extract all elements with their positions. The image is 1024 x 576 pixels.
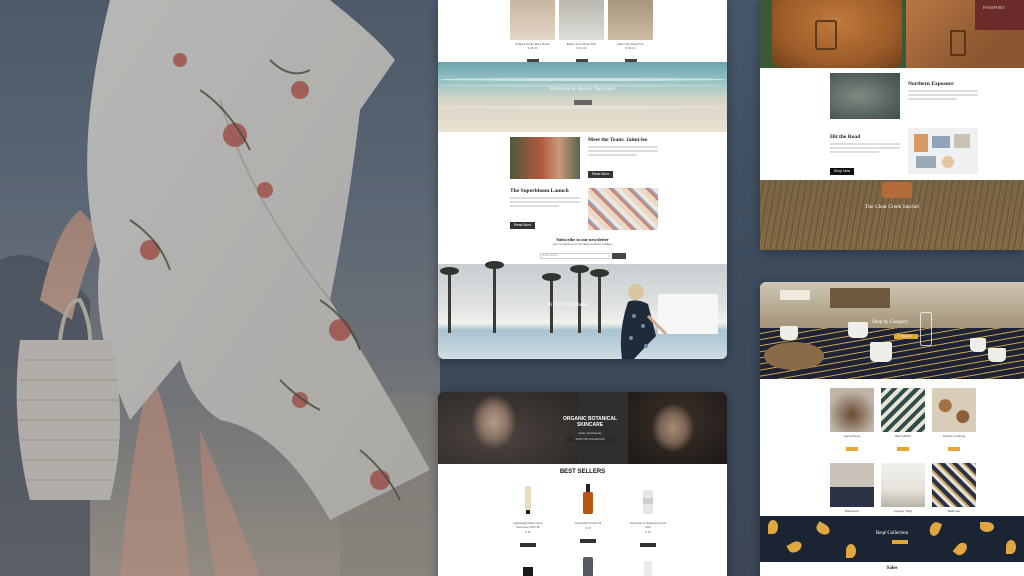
launch-feature: The Superbloom Launch Read More (510, 188, 658, 231)
model-photo-right (628, 392, 727, 464)
product-price: $ 28 (645, 530, 651, 534)
feature-title: Northern Exposure (908, 81, 954, 87)
product-row: Scarlett Ruffle Maxi Dress $ 98.00 Bella… (510, 0, 656, 63)
pine-photo (830, 73, 900, 119)
best-sellers-row: Lightweight Water Glow Sunscreen SPF 30 … (508, 484, 668, 552)
product-image (510, 0, 555, 40)
category-image (881, 388, 925, 432)
feature-hit-the-road: Hit the Road Shop Now (830, 128, 978, 177)
buckle (815, 20, 837, 50)
launch-read-more-button[interactable]: Read More (510, 221, 536, 229)
leather-goods-preview[interactable]: PASSPORT Northern Exposure Hit the Road … (760, 0, 1024, 250)
add-to-cart-button[interactable] (580, 539, 596, 543)
category-image (830, 388, 874, 432)
newsletter-email-input[interactable]: Email address (539, 252, 610, 259)
welcome-banner: Welcome to Aussie The Label (438, 62, 727, 132)
satchel-photo (882, 182, 912, 198)
category-shop-button[interactable] (897, 447, 909, 451)
team-feature: Meet the Team: Jaimi-lee Read More (510, 137, 658, 180)
homewares-hero: Shop by Category Shop All (760, 282, 1024, 379)
product-price: $ 98.00 (527, 46, 538, 50)
homewares-store-preview[interactable]: Shop by Category Shop All Home Decor Bed… (760, 282, 1024, 576)
category-name: Bed & Bath (895, 434, 911, 438)
product-price: $ 64.00 (576, 46, 587, 50)
shop-all-button[interactable]: Shop All (894, 334, 918, 339)
product-card[interactable]: Marni Smocked Top $ 58.00 (608, 0, 653, 63)
product-name: Antioxidant Facial Oil (574, 521, 602, 525)
best-sellers-heading: BEST SELLERS (559, 469, 606, 475)
bags-hero: PASSPORT (760, 0, 1024, 68)
category-image (881, 463, 925, 507)
pool-title: Fit For The Planet (548, 302, 589, 308)
add-to-cart-button[interactable] (640, 543, 656, 547)
category-image (932, 463, 976, 507)
launch-title: The Superbloom Launch (510, 188, 569, 194)
category-image (932, 388, 976, 432)
product-image (628, 484, 668, 518)
shop-now-button[interactable]: Shop Now (830, 167, 855, 175)
category-name: Lounge / Rug (893, 509, 912, 513)
category-name: Bathrobe (947, 509, 961, 513)
skincare-hero-title: ORGANIC BOTANICAL SKINCARE (562, 416, 618, 428)
shop-collection-button[interactable]: SHOP THE COLLECTION (566, 437, 614, 442)
category-card[interactable]: Home Decor (830, 388, 874, 456)
model-photo (620, 284, 668, 359)
category-name: Home Decor (843, 434, 861, 438)
product-card[interactable]: Scarlett Ruffle Maxi Dress $ 98.00 (510, 0, 555, 63)
category-shop-button[interactable] (948, 447, 960, 451)
product-card[interactable]: Bella Linen Wrap Skirt $ 64.00 (559, 0, 604, 63)
skincare-hero-subtitle: Clean, kind beauty (578, 431, 602, 435)
category-card[interactable]: Bed & Bath (881, 388, 925, 456)
add-to-cart-button[interactable] (520, 543, 536, 547)
category-card[interactable]: Kitchen & Dining (932, 388, 976, 456)
product-image (568, 484, 608, 518)
product-name: Cucumber & Hyaluronic Tonic Mist (629, 521, 667, 529)
collection-banner: Beqé Collection (760, 516, 1024, 562)
floral-dress-illustration (0, 0, 440, 576)
homewares-hero-title: Shop by Category (872, 320, 909, 325)
welcome-title: Welcome to Aussie The Label (549, 86, 616, 92)
category-image (830, 463, 874, 507)
newsletter-submit-button[interactable] (611, 252, 626, 259)
skincare-store-preview[interactable]: ORGANIC BOTANICAL SKINCARE Clean, kind b… (438, 392, 727, 576)
product-card[interactable]: Lightweight Water Glow Sunscreen SPF 30 … (508, 484, 548, 552)
product-price: $ 58.00 (625, 46, 636, 50)
product-image (559, 0, 604, 40)
product-card[interactable]: Cucumber & Hyaluronic Tonic Mist $ 28 (628, 484, 668, 552)
passport-photo: PASSPORT (975, 0, 1024, 30)
product-price: $ 32 (525, 530, 531, 534)
skincare-hero: ORGANIC BOTANICAL SKINCARE Clean, kind b… (438, 392, 727, 464)
team-read-more-button[interactable]: Read More (588, 170, 614, 178)
category-grid: Home Decor Bed & Bath Kitchen & Dining W… (830, 388, 976, 531)
fashion-store-preview[interactable]: Scarlett Ruffle Maxi Dress $ 98.00 Bella… (438, 0, 727, 359)
team-title: Meet the Team: Jaimi-lee (588, 137, 648, 143)
sales-heading: Sales (886, 566, 898, 571)
product-image (608, 0, 653, 40)
flatlay-photo (908, 128, 978, 174)
category-name: Wall Decor (844, 509, 860, 513)
welcome-button[interactable] (574, 100, 592, 105)
collection-shop-button[interactable] (892, 540, 908, 544)
collection-title: Beqé Collection (875, 531, 909, 536)
pool-banner: Fit For The Planet (438, 261, 727, 359)
hero-photo-floral-dress (0, 0, 440, 576)
launch-photo (588, 188, 658, 230)
model-photo-left (438, 392, 578, 464)
category-name: Kitchen & Dining (942, 434, 966, 438)
product-price: $ 48 (585, 526, 591, 530)
feature-title: Hit the Road (830, 134, 861, 140)
newsletter-subtitle: Get our latest up for the latest product… (552, 242, 613, 246)
category-shop-button[interactable] (846, 447, 858, 451)
satchel-title: The Clear Creek Satchel (865, 204, 919, 210)
product-card[interactable]: Antioxidant Facial Oil $ 48 (568, 484, 608, 552)
product-image (508, 484, 548, 518)
backpack-photo (772, 0, 902, 68)
team-photo (510, 137, 580, 179)
product-row-second (508, 557, 668, 576)
satchel-banner: The Clear Creek Satchel (760, 180, 1024, 250)
feature-northern-exposure: Northern Exposure (830, 73, 978, 119)
newsletter-section: Subscribe to our newsletter Get our late… (438, 237, 727, 259)
product-name: Lightweight Water Glow Sunscreen SPF 30 (513, 521, 543, 529)
